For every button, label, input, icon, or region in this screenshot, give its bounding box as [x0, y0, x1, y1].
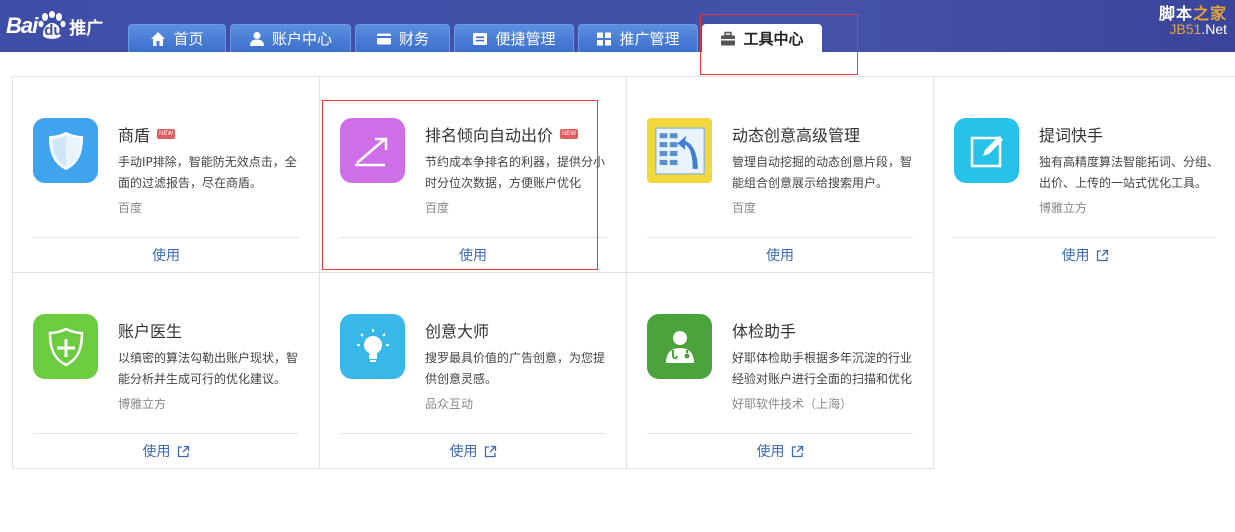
watermark-brand: 脚本之家 JB51.Net [1153, 0, 1231, 40]
use-link[interactable]: 使用 [627, 245, 933, 265]
tool-card-dynamic-creative: 动态创意高级管理 管理自动挖掘的动态创意片段，智能组合创意展示给搜索用户。 百度… [626, 76, 933, 273]
use-link[interactable]: 使用 [934, 245, 1235, 265]
tool-desc: 以缜密的算法勾勒出账户现状，智能分析并生成可行的优化建议。 [118, 351, 299, 386]
use-link[interactable]: 使用 [320, 441, 626, 461]
tool-desc: 手动IP排除，智能防无效点击，全面的过滤报告，尽在商盾。 [118, 155, 297, 190]
tool-card-keyword-tool: 提词快手 独有高精度算法智能拓词、分组、出价、上传的一站式优化工具。 博雅立方 … [933, 76, 1235, 273]
use-label: 使用 [142, 444, 171, 460]
tab-label: 账户中心 [271, 30, 332, 48]
tool-card-creative-master: 创意大师 搜罗最具价值的广告创意，为您提供创意灵感。 品众互动 使用 [319, 272, 626, 469]
edit-icon [954, 118, 1019, 183]
external-link-icon [177, 445, 190, 458]
tool-card-health-check: 体检助手 好耶体检助手根据多年沉淀的行业经验对账户进行全面的扫描和优化 好耶软件… [626, 272, 933, 469]
divider [340, 433, 606, 434]
divider [954, 237, 1216, 238]
tool-card-account-doctor: 账户医生 以缜密的算法勾勒出账户现状，智能分析并生成可行的优化建议。 博雅立方 … [12, 272, 319, 469]
divider [33, 237, 299, 238]
medical-shield-icon [33, 314, 98, 379]
use-link[interactable]: 使用 [627, 441, 933, 461]
baidu-tuiguang-logo[interactable]: Bai du 推广 [6, 10, 103, 42]
use-label: 使用 [449, 444, 478, 460]
tab-promotion-manage[interactable]: 推广管理 [578, 24, 698, 52]
tool-title: 账户医生 [118, 322, 183, 341]
logo-tuiguang-text: 推广 [69, 18, 104, 39]
tool-desc: 搜罗最具价值的广告创意，为您提供创意灵感。 [425, 351, 606, 386]
use-label: 使用 [756, 444, 785, 460]
top-header: Bai du 推广 首页 账户中心 财务 便捷管理 推广管理 工具中心 脚本之家… [0, 0, 1235, 52]
tool-vendor: 品众互动 [425, 397, 474, 411]
tab-label: 便捷管理 [495, 30, 556, 48]
use-label: 使用 [152, 248, 180, 264]
list-box-icon [472, 31, 488, 47]
external-link-icon [1096, 249, 1109, 262]
shield-icon [33, 118, 98, 183]
divider [647, 433, 913, 434]
divider [33, 433, 299, 434]
tool-title: 商盾 [118, 126, 151, 145]
tool-title: 创意大师 [425, 322, 490, 341]
tool-title: 动态创意高级管理 [732, 126, 861, 145]
tab-label: 首页 [173, 30, 204, 48]
dynamic-creative-icon [647, 118, 712, 183]
logo-du-text: du [44, 22, 63, 39]
home-icon [150, 31, 166, 47]
logo-bai-text: Bai [6, 13, 38, 38]
grid-line [12, 468, 934, 469]
user-icon [249, 31, 265, 47]
tab-account-center[interactable]: 账户中心 [230, 24, 351, 52]
tab-finance[interactable]: 财务 [355, 24, 450, 52]
tab-label: 推广管理 [619, 30, 680, 48]
brand-bottom-b: .Net [1201, 21, 1227, 37]
external-link-icon [484, 445, 497, 458]
divider [647, 237, 913, 238]
tab-home[interactable]: 首页 [128, 24, 226, 52]
tool-vendor: 博雅立方 [118, 397, 167, 411]
tab-quick-manage[interactable]: 便捷管理 [454, 24, 574, 52]
grid-line [933, 272, 934, 469]
tool-vendor: 博雅立方 [1039, 201, 1088, 215]
brand-bottom-a: JB51 [1169, 21, 1202, 37]
tool-card-shangdun: 商盾 NEW 手动IP排除，智能防无效点击，全面的过滤报告，尽在商盾。 百度 使用 [12, 76, 319, 273]
doctor-icon [647, 314, 712, 379]
use-label: 使用 [766, 248, 794, 264]
use-label: 使用 [1061, 248, 1090, 264]
use-link[interactable]: 使用 [13, 245, 319, 265]
tool-desc: 管理自动挖掘的动态创意片段，智能组合创意展示给搜索用户。 [732, 155, 913, 190]
tool-title: 体检助手 [732, 322, 797, 341]
lightbulb-icon [340, 314, 405, 379]
tool-desc: 好耶体检助手根据多年沉淀的行业经验对账户进行全面的扫描和优化 [732, 351, 913, 386]
tool-vendor: 好耶软件技术（上海） [732, 397, 853, 411]
tool-title: 提词快手 [1039, 126, 1104, 145]
tool-desc: 独有高精度算法智能拓词、分组、出价、上传的一站式优化工具。 [1039, 155, 1220, 190]
tab-label: 财务 [398, 30, 429, 48]
new-badge: NEW [157, 129, 176, 139]
external-link-icon [791, 445, 804, 458]
card-icon [376, 31, 392, 47]
use-link[interactable]: 使用 [13, 441, 319, 461]
grid-icon [596, 31, 612, 47]
paw-icon: du [38, 11, 66, 41]
highlight-box-card [322, 100, 598, 270]
tool-vendor: 百度 [732, 201, 757, 215]
tool-vendor: 百度 [118, 201, 143, 215]
highlight-box-tab [700, 14, 858, 75]
